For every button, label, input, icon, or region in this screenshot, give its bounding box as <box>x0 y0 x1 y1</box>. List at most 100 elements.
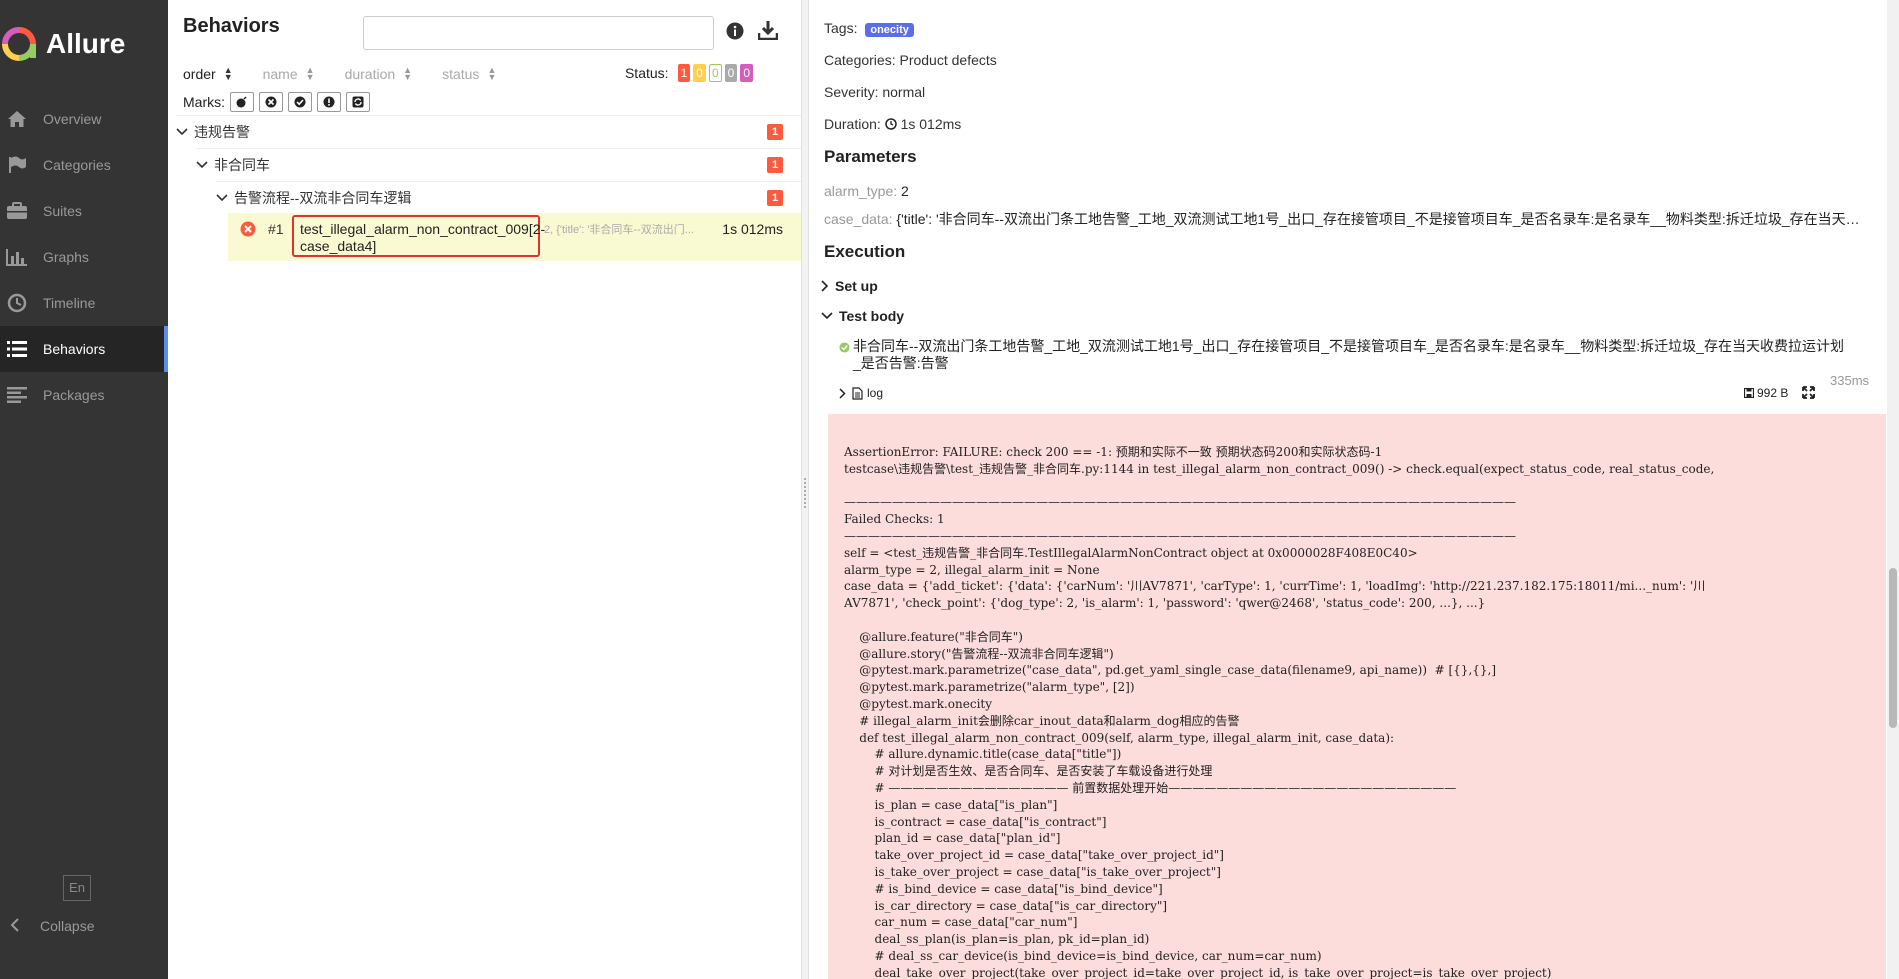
download-icon[interactable] <box>757 20 779 43</box>
test-detail-pane: Tags: onecity Categories: Product defect… <box>809 0 1887 979</box>
tree-story-row[interactable]: 告警流程--双流非合同车逻辑 1 <box>216 181 801 213</box>
sort-arrows-icon: ▲ ▼ <box>487 65 497 82</box>
sort-status[interactable]: status ▲ ▼ <box>442 65 497 83</box>
param-case-data: case_data: {'title': '非合同车--双流出门条工地告警_工地… <box>824 209 1864 229</box>
chevron-down-icon <box>216 193 230 202</box>
step-time: 335ms <box>1830 373 1870 388</box>
sidebar-item-suites[interactable]: Suites <box>0 188 168 234</box>
categories-value: Product defects <box>899 52 997 68</box>
param-key: case_data: <box>824 211 893 227</box>
sort-arrows-icon: ▲ ▼ <box>403 65 413 82</box>
save-icon <box>1744 388 1754 398</box>
check-circle-icon <box>294 96 306 108</box>
sort-order-label: order <box>183 66 216 82</box>
test-case-row[interactable]: #1 test_illegal_alarm_non_contract_009[2… <box>228 213 801 261</box>
info-icon[interactable] <box>726 22 744 43</box>
sidebar-item-overview[interactable]: Overview <box>0 96 168 142</box>
sidebar-item-timeline[interactable]: Timeline <box>0 280 168 326</box>
status-failed-toggle[interactable]: 1 <box>677 64 691 82</box>
sidebar-item-label: Suites <box>43 203 82 219</box>
setup-label: Set up <box>835 278 878 294</box>
status-skipped-toggle[interactable]: 0 <box>724 64 738 82</box>
testbody-label: Test body <box>839 308 905 324</box>
sidebar-item-label: Graphs <box>43 249 89 265</box>
tree-epic-row[interactable]: 违规告警 1 <box>176 115 801 147</box>
splitter-handle[interactable] <box>804 478 806 508</box>
sidebar: Allure Overview Categories Suites Graphs <box>0 0 168 979</box>
bar-chart-icon <box>6 246 28 268</box>
briefcase-icon <box>6 200 28 222</box>
failed-count-badge: 1 <box>767 123 783 140</box>
pane-splitter[interactable] <box>801 0 809 979</box>
sidebar-item-label: Behaviors <box>43 341 106 357</box>
sidebar-item-packages[interactable]: Packages <box>0 372 168 418</box>
chevron-right-icon <box>821 280 829 292</box>
tags-line: Tags: onecity <box>824 20 914 37</box>
file-text-icon <box>852 386 863 400</box>
scrollbar-thumb[interactable] <box>1889 568 1897 728</box>
tree-feature-label: 非合同车 <box>214 156 270 173</box>
mark-new-failed-button[interactable] <box>259 92 283 112</box>
setup-toggle[interactable]: Set up <box>821 278 878 294</box>
test-name[interactable]: test_illegal_alarm_non_contract_009[2-ca… <box>292 215 545 257</box>
severity-value: normal <box>882 84 926 100</box>
clock-icon <box>884 118 897 130</box>
logo-text: Allure <box>46 28 126 59</box>
mark-flaky-button[interactable] <box>230 92 254 112</box>
testbody-toggle[interactable]: Test body <box>821 308 904 324</box>
error-trace-text: AssertionError: FAILURE: check 200 == -1… <box>844 445 1715 979</box>
log-attachment-toggle[interactable]: log <box>839 386 883 400</box>
sidebar-item-categories[interactable]: Categories <box>0 142 168 188</box>
page-title: Behaviors <box>183 15 280 37</box>
mark-new-broken-button[interactable] <box>317 92 341 112</box>
chevron-left-icon <box>10 917 20 935</box>
test-number: #1 <box>268 221 284 237</box>
flag-icon <box>6 154 28 176</box>
sort-name[interactable]: name ▲ ▼ <box>263 65 315 83</box>
mark-retries-button[interactable] <box>346 92 370 112</box>
log-size-value: 992 B <box>1757 386 1789 400</box>
status-passed-toggle[interactable]: 0 <box>708 64 722 82</box>
param-alarm-type: alarm_type: 2 <box>824 183 1864 199</box>
sort-arrows-icon: ▲ ▼ <box>305 65 315 82</box>
allure-logo[interactable]: Allure <box>0 24 168 64</box>
chevron-right-icon <box>839 387 846 399</box>
sidebar-nav: Overview Categories Suites Graphs Timeli… <box>0 96 168 418</box>
align-left-icon <box>6 384 28 406</box>
test-duration: 1s 012ms <box>722 221 783 237</box>
severity-line: Severity: normal <box>824 84 925 100</box>
duration-label: Duration: <box>824 116 881 132</box>
tree-story-label: 告警流程--双流非合同车逻辑 <box>234 189 412 206</box>
sidebar-item-graphs[interactable]: Graphs <box>0 234 168 280</box>
status-broken-toggle[interactable]: 0 <box>693 64 706 82</box>
times-circle-icon <box>265 96 277 108</box>
failed-status-icon <box>240 221 256 240</box>
tree-feature-row[interactable]: 非合同车 1 <box>196 148 801 180</box>
failed-count-badge: 1 <box>767 156 783 173</box>
sort-status-label: status <box>442 66 480 82</box>
parameters-heading: Parameters <box>824 147 917 166</box>
sort-arrows-icon: ▲ ▼ <box>223 65 233 82</box>
language-button[interactable]: En <box>63 875 91 901</box>
page-scrollbar[interactable] <box>1887 0 1899 979</box>
bomb-icon <box>236 96 247 108</box>
expand-icon[interactable] <box>1802 386 1815 402</box>
categories-label: Categories: <box>824 52 896 68</box>
step-row[interactable]: 非合同车--双流出门条工地告警_工地_双流测试工地1号_出口_存在接管项目_不是… <box>839 338 1849 372</box>
sidebar-item-behaviors[interactable]: Behaviors <box>0 326 168 372</box>
search-input[interactable] <box>363 16 714 50</box>
tag-badge: onecity <box>865 23 914 37</box>
mark-new-passed-button[interactable] <box>288 92 312 112</box>
param-value: {'title': '非合同车--双流出门条工地告警_工地_双流测试工地1号_出… <box>896 211 1860 227</box>
sort-bar: order ▲ ▼ name ▲ ▼ duration ▲ ▼ status ▲ ▼ S… <box>183 64 783 84</box>
sort-duration[interactable]: duration ▲ ▼ <box>345 65 413 83</box>
collapse-button[interactable]: Collapse <box>0 909 168 943</box>
categories-line: Categories: Product defects <box>824 52 997 68</box>
sort-order[interactable]: order ▲ ▼ <box>183 65 233 83</box>
duration-line: Duration: 1s 012ms <box>824 116 961 132</box>
step-text: 非合同车--双流出门条工地告警_工地_双流测试工地1号_出口_存在接管项目_不是… <box>853 338 1844 371</box>
tags-label: Tags: <box>824 20 858 36</box>
log-size: 992 B <box>1744 386 1788 400</box>
clock-icon <box>6 292 28 314</box>
status-unknown-toggle[interactable]: 0 <box>740 64 753 82</box>
